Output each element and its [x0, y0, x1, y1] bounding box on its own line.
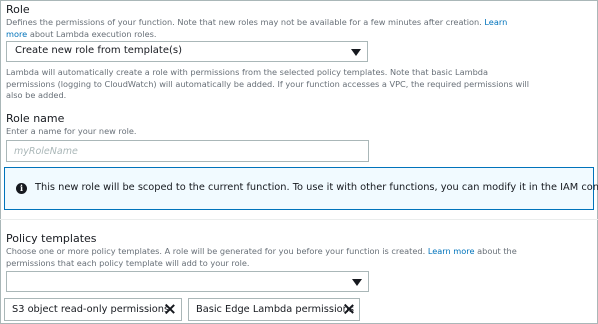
- role-name-placeholder: myRoleName: [14, 146, 78, 157]
- role-description: Defines the permissions of your function…: [6, 17, 507, 40]
- policy-templates-desc-line-2: permissions that each policy template wi…: [6, 257, 250, 268]
- section-divider: [0, 219, 598, 220]
- policy-templates-select[interactable]: [6, 271, 369, 292]
- role-description-suffix: about Lambda execution roles.: [27, 28, 157, 39]
- policy-templates-desc-text: Choose one or more policy templates. A r…: [6, 246, 428, 256]
- policy-token-s3-read-only: S3 object read-only permissions: [4, 298, 182, 321]
- role-description-text: Defines the permissions of your function…: [6, 17, 485, 27]
- info-alert-text: This new role will be scoped to the curr…: [35, 182, 598, 193]
- info-alert: i This new role will be scoped to the cu…: [4, 167, 598, 210]
- role-note-line-2: permissions (logging to CloudWatch) will…: [6, 78, 530, 89]
- role-select[interactable]: Create new role from template(s): [6, 41, 368, 62]
- policy-templates-desc-suffix: about the: [474, 246, 517, 256]
- role-note: Lambda will automatically create a role …: [6, 67, 529, 102]
- policy-templates-description: Choose one or more policy templates. A r…: [6, 246, 517, 269]
- learn-more-link-role[interactable]: Learn: [484, 17, 507, 27]
- policy-templates-label: Policy templates: [6, 232, 97, 245]
- role-name-hint: Enter a name for your new role.: [6, 126, 137, 136]
- caret-down-icon: [352, 279, 362, 286]
- close-icon[interactable]: [342, 302, 356, 316]
- policy-token-basic-edge-lambda: Basic Edge Lambda permissions: [188, 298, 360, 321]
- role-label: Role: [6, 3, 30, 16]
- role-select-value: Create new role from template(s): [15, 45, 182, 56]
- role-note-line-1: Lambda will automatically create a role …: [6, 67, 489, 77]
- policy-token-label: Basic Edge Lambda permissions: [196, 304, 354, 315]
- role-name-input[interactable]: myRoleName: [6, 140, 369, 162]
- learn-more-link-role-cont[interactable]: more: [6, 29, 27, 39]
- policy-token-label: S3 object read-only permissions: [12, 304, 170, 315]
- role-name-label: Role name: [6, 112, 65, 125]
- close-icon[interactable]: [163, 302, 177, 316]
- learn-more-link-policy[interactable]: Learn more: [428, 246, 475, 256]
- role-note-line-3: also be added.: [6, 90, 67, 100]
- info-icon: i: [16, 183, 27, 194]
- caret-down-icon: [351, 49, 361, 56]
